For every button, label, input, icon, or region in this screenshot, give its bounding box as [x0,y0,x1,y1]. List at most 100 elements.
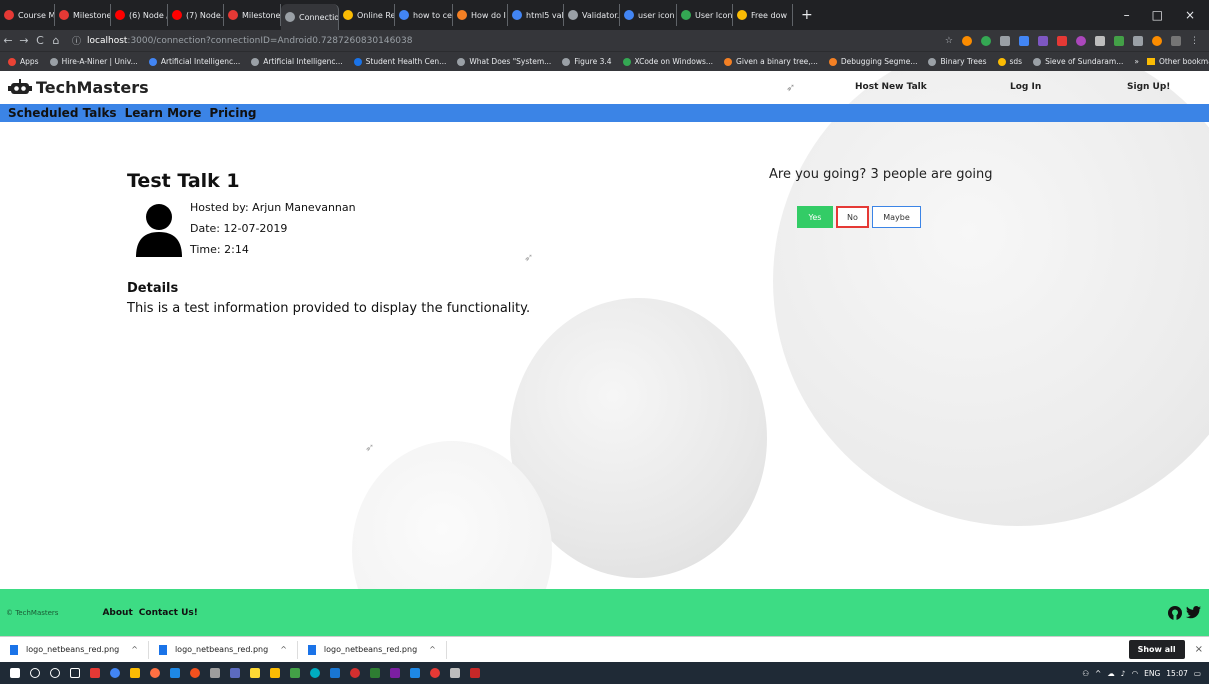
rsvp-maybe-button[interactable]: Maybe [872,206,921,228]
taskbar-app-icon[interactable] [330,668,340,678]
bookmark-item[interactable]: Debugging Segme... [828,57,917,66]
learn-more-link[interactable]: Learn More [125,106,202,120]
bookmark-item[interactable]: Figure 3.4 [562,57,612,66]
browser-tab[interactable]: Milestone× [224,4,281,26]
browser-tab[interactable]: how to ce× [395,4,453,26]
extension-icon[interactable] [1057,35,1067,46]
taskbar-app-icon[interactable] [470,668,480,678]
chevron-up-icon[interactable]: ^ [429,645,436,654]
extension-icon[interactable] [1095,35,1105,46]
download-item[interactable]: logo_netbeans_red.png ^ [149,640,298,659]
extension-icon[interactable] [1038,35,1048,46]
bookmark-item[interactable]: sds [997,57,1022,66]
star-icon[interactable]: ☆ [945,36,953,46]
extension-icon[interactable] [981,35,991,46]
bookmarks-overflow-button[interactable]: » [1134,57,1139,66]
taskbar-app-icon[interactable] [350,668,360,678]
other-bookmarks-folder[interactable]: Other bookmarks [1146,57,1209,66]
task-view-icon[interactable] [70,668,80,678]
extension-icon[interactable] [1019,35,1029,46]
browser-tab[interactable]: Free dow× [733,4,793,26]
browser-tab[interactable]: Connectio× [281,4,339,30]
bookmark-item[interactable]: Artificial Intelligenc... [148,57,240,66]
home-button[interactable]: ⌂ [48,34,64,47]
taskbar-app-icon[interactable] [170,668,180,678]
bookmark-item[interactable]: What Does "System... [457,57,551,66]
new-tab-button[interactable]: + [793,7,821,23]
browser-tab[interactable]: Course Mi× [0,4,55,26]
cortana-icon[interactable] [50,668,60,678]
browser-tab[interactable]: (6) Node /× [111,4,168,26]
browser-tab[interactable]: Online Re× [339,4,395,26]
about-link[interactable]: About [102,608,132,618]
taskbar-app-icon[interactable] [130,668,140,678]
notifications-icon[interactable]: ▭ [1194,669,1201,678]
rsvp-yes-button[interactable]: Yes [797,206,833,228]
maximize-button[interactable]: □ [1152,8,1163,22]
taskbar-app-icon[interactable] [190,668,200,678]
extension-icon[interactable] [962,35,972,46]
taskbar-app-icon[interactable] [150,668,160,678]
bookmark-item[interactable]: Apps [8,57,39,66]
chevron-up-icon[interactable]: ^ [280,645,287,654]
bookmark-item[interactable]: Hire-A-Niner | Univ... [49,57,138,66]
show-all-button[interactable]: Show all [1128,640,1185,659]
chevron-up-icon[interactable]: ^ [131,645,138,654]
info-icon[interactable]: ⓘ [72,34,81,47]
taskbar-app-icon[interactable] [390,668,400,678]
taskbar-app-icon[interactable] [250,668,260,678]
chevron-up-icon[interactable]: ^ [1095,669,1101,678]
log-in-link[interactable]: Log In [1010,82,1041,92]
taskbar-app-icon[interactable] [370,668,380,678]
clock[interactable]: 15:07 [1166,669,1188,678]
forward-button[interactable]: → [16,34,32,47]
bookmark-item[interactable]: Student Health Cen... [353,57,446,66]
taskbar-app-icon[interactable] [450,668,460,678]
bookmark-item[interactable]: Artificial Intelligenc... [251,57,343,66]
sign-up-link[interactable]: Sign Up! [1127,82,1170,92]
download-item[interactable]: logo_netbeans_red.png ^ [298,640,447,659]
browser-tab[interactable]: (7) Node.j× [168,4,224,26]
bookmark-item[interactable]: Binary Trees [928,57,987,66]
bookmark-item[interactable]: Sieve of Sundaram... [1033,57,1123,66]
close-downloads-button[interactable]: × [1195,644,1203,655]
language-indicator[interactable]: ENG [1144,669,1160,678]
taskbar-app-icon[interactable] [410,668,420,678]
taskbar-app-icon[interactable] [110,668,120,678]
taskbar-app-icon[interactable] [210,668,220,678]
browser-tab[interactable]: html5 vali× [508,4,564,26]
taskbar-app-icon[interactable] [90,668,100,678]
taskbar-app-icon[interactable] [230,668,240,678]
reload-button[interactable]: C [32,34,48,47]
download-item[interactable]: logo_netbeans_red.png ^ [0,640,149,659]
extension-icon[interactable] [1000,35,1010,46]
taskbar-app-icon[interactable] [270,668,280,678]
browser-tab[interactable]: How do I× [453,4,508,26]
extension-icon[interactable] [1171,35,1181,46]
back-button[interactable]: ← [0,34,16,47]
extension-icon[interactable] [1076,35,1086,46]
address-bar[interactable]: ⓘ localhost :3000/connection?connectionI… [72,34,932,48]
browser-tab[interactable]: User Icon× [677,4,733,26]
cloud-icon[interactable]: ☁ [1107,669,1115,678]
taskbar-app-icon[interactable] [310,668,320,678]
extension-icon[interactable] [1152,35,1162,46]
taskbar-app-icon[interactable] [290,668,300,678]
browser-tab[interactable]: user icon× [620,4,677,26]
menu-icon[interactable]: ⋮ [1190,36,1199,46]
search-icon[interactable] [30,668,40,678]
bookmark-item[interactable]: Given a binary tree,... [724,57,818,66]
pricing-link[interactable]: Pricing [209,106,256,120]
browser-tab[interactable]: Validator.× [564,4,620,26]
people-icon[interactable]: ⚇ [1082,669,1089,678]
wifi-icon[interactable]: ◠ [1132,669,1139,678]
site-logo[interactable]: TechMasters [8,78,149,97]
windows-start-icon[interactable] [10,668,20,678]
taskbar-app-icon[interactable] [430,668,440,678]
close-window-button[interactable]: × [1185,8,1195,22]
volume-icon[interactable]: ♪ [1121,669,1126,678]
host-new-talk-link[interactable]: Host New Talk [855,82,927,92]
contact-link[interactable]: Contact Us! [139,608,198,618]
bookmark-item[interactable]: XCode on Windows... [622,57,713,66]
extension-icon[interactable] [1114,35,1124,46]
